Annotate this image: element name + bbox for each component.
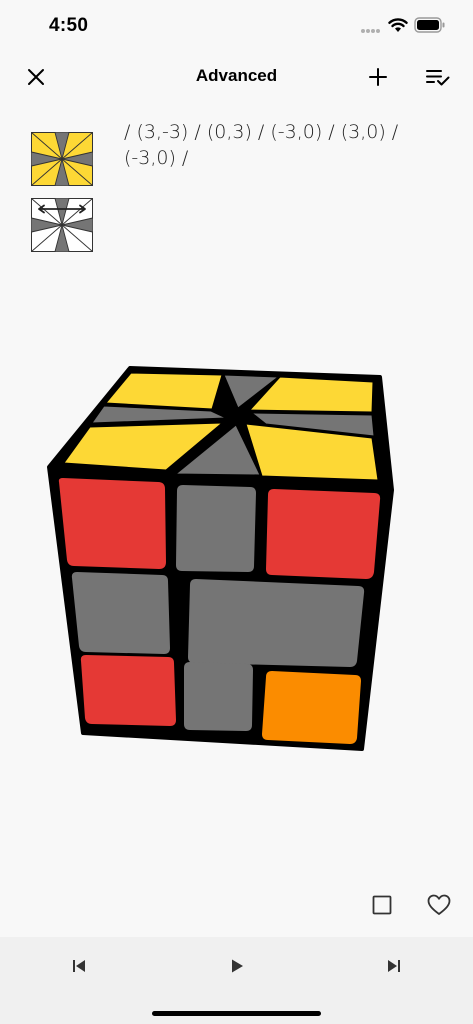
algorithm-notation: / (3,-3) / (0,3) / (-3,0) / (3,0) / (-3,… bbox=[124, 121, 399, 169]
player-controls bbox=[0, 937, 473, 1024]
top-face-thumbnail bbox=[31, 132, 93, 186]
heart-outline-icon bbox=[427, 894, 451, 915]
status-bar: 4:50 bbox=[0, 0, 473, 54]
home-indicator bbox=[152, 1011, 321, 1016]
checklist-button[interactable] bbox=[423, 62, 453, 92]
play-icon bbox=[232, 959, 243, 973]
bottom-face-thumbnail bbox=[31, 198, 93, 252]
battery-icon bbox=[414, 17, 445, 33]
status-time: 4:50 bbox=[49, 15, 89, 36]
favorite-button[interactable] bbox=[424, 890, 454, 920]
content-area: / (3,-3) / (0,3) / (-3,0) / (3,0) / (-3,… bbox=[0, 100, 473, 937]
wifi-icon bbox=[388, 18, 408, 32]
plus-icon bbox=[369, 68, 387, 86]
skip-next-icon bbox=[388, 960, 400, 972]
square1-puzzle-3d[interactable] bbox=[40, 355, 400, 765]
previous-button[interactable] bbox=[64, 951, 94, 981]
skip-previous-icon bbox=[73, 960, 85, 972]
nav-bar: Advanced bbox=[0, 54, 473, 100]
select-button[interactable] bbox=[367, 890, 397, 920]
add-button[interactable] bbox=[363, 62, 393, 92]
page-title: Advanced bbox=[195, 66, 278, 85]
cellular-signal-icon bbox=[361, 29, 380, 33]
next-button[interactable] bbox=[379, 951, 409, 981]
checklist-icon bbox=[426, 70, 450, 86]
play-button[interactable] bbox=[222, 951, 252, 981]
square-outline-icon bbox=[372, 895, 392, 915]
